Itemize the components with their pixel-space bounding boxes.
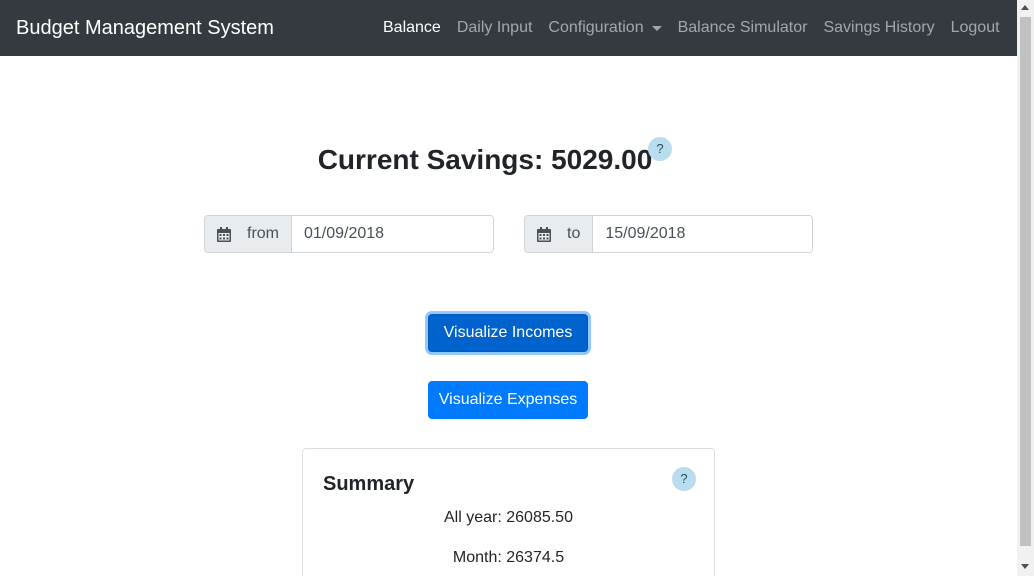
nav-link-logout-label: Logout	[950, 19, 1000, 36]
savings-help-button[interactable]: ?	[648, 137, 672, 161]
visualize-expenses-button[interactable]: Visualize Expenses	[428, 381, 588, 419]
date-from-addon: from	[205, 216, 292, 252]
scroll-down-arrow-icon[interactable]	[1021, 564, 1029, 569]
calendar-icon	[217, 226, 231, 242]
nav-link-balance-simulator-label: Balance Simulator	[677, 19, 808, 36]
nav-link-daily-input-label: Daily Input	[456, 19, 533, 36]
page-content: Budget Management System Balance Daily I…	[0, 0, 1017, 576]
summary-card: Summary All year: 26085.50 Month: 26374.…	[302, 448, 715, 576]
vertical-scrollbar[interactable]	[1017, 0, 1034, 576]
date-to-label: to	[567, 225, 581, 242]
nav-link-balance[interactable]: Balance	[383, 17, 441, 39]
date-from-input[interactable]	[292, 216, 493, 252]
summary-all-year: All year: 26085.50	[444, 509, 573, 526]
scroll-thumb[interactable]	[1020, 17, 1031, 546]
date-to-group: to	[524, 215, 813, 253]
nav-link-daily-input[interactable]: Daily Input	[457, 17, 533, 39]
nav-link-savings-history[interactable]: Savings History	[823, 17, 934, 39]
caret-down-icon	[651, 25, 662, 31]
browser-viewport: Budget Management System Balance Daily I…	[0, 0, 1034, 576]
date-to-addon: to	[525, 216, 594, 252]
summary-title: Summary	[323, 473, 415, 495]
nav-links: Balance Daily Input Configuration Balanc…	[383, 17, 1016, 39]
nav-link-balance-simulator[interactable]: Balance Simulator	[678, 17, 808, 39]
summary-help-button[interactable]: ?	[672, 467, 696, 491]
date-from-group: from	[204, 215, 494, 253]
visualize-incomes-button[interactable]: Visualize Incomes	[428, 314, 588, 352]
date-from-label: from	[247, 225, 279, 242]
nav-link-balance-label: Balance	[383, 19, 441, 36]
calendar-icon	[537, 226, 551, 242]
summary-month: Month: 26374.5	[452, 549, 565, 566]
nav-link-logout[interactable]: Logout	[951, 17, 1000, 39]
nav-dropdown-configuration[interactable]: Configuration	[548, 17, 662, 39]
top-navbar: Budget Management System Balance Daily I…	[0, 0, 1017, 56]
current-savings-heading: Current Savings: 5029.00	[317, 144, 653, 175]
nav-link-savings-history-label: Savings History	[823, 19, 935, 36]
scroll-up-arrow-icon[interactable]	[1021, 5, 1029, 10]
brand-title[interactable]: Budget Management System	[16, 15, 274, 41]
nav-link-configuration-label: Configuration	[548, 19, 644, 36]
date-to-input[interactable]	[593, 216, 812, 252]
